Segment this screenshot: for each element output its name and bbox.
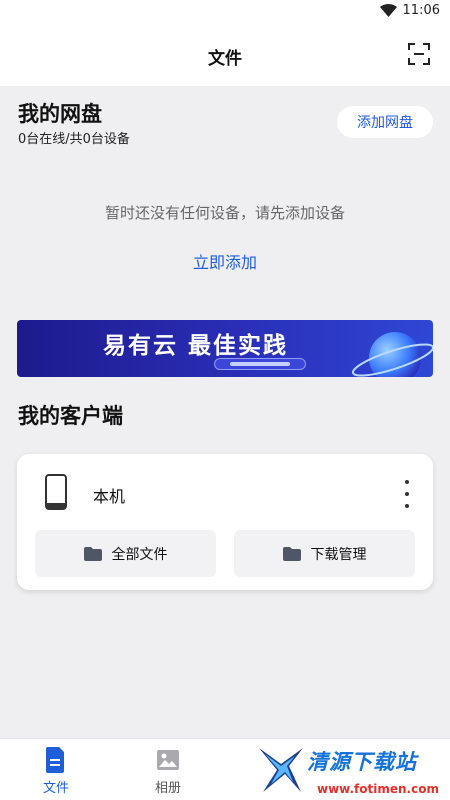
app-header: 文件 [0,24,450,86]
status-time: 11:06 [402,3,440,18]
folder-icon [282,546,301,561]
main-content: 我的网盘 0台在线/共0台设备 添加网盘 暂时还没有任何设备，请先添加设备 立即… [0,86,450,738]
tab-files[interactable]: 文件 [21,739,91,800]
folder-icon [83,546,102,561]
status-bar: 11:06 [0,0,450,24]
site-watermark: 清源下载站 www.fotimen.com [255,742,439,798]
device-count: 0台在线/共0台设备 [18,132,130,147]
tab-files-label: 文件 [42,781,69,796]
watermark-text: 清源下载站 [307,750,417,774]
tab-album[interactable]: 相册 [133,739,203,800]
page-title: 文件 [208,49,242,69]
empty-message: 暂时还没有任何设备，请先添加设备 [104,204,345,222]
planet-icon [351,332,433,377]
all-files-button[interactable]: 全部文件 [35,530,216,577]
more-options-icon[interactable] [395,480,419,508]
client-card: 本机 全部文件 下载管理 [17,454,433,590]
wifi-icon [379,4,397,17]
download-manager-label: 下载管理 [310,546,367,563]
add-disk-button[interactable]: 添加网盘 [337,106,433,138]
all-files-label: 全部文件 [111,546,168,563]
file-icon [46,747,64,773]
my-disk-title: 我的网盘 [18,102,102,126]
add-now-link[interactable]: 立即添加 [0,249,450,273]
tab-album-label: 相册 [154,781,181,796]
my-clients-title: 我的客户端 [18,404,123,428]
download-manager-button[interactable]: 下载管理 [234,530,415,577]
device-name: 本机 [93,487,126,506]
watermark-url: www.fotimen.com [317,782,439,796]
banner-pill [214,358,306,370]
banner-text: 易有云 最佳实践 [103,333,289,359]
promo-banner[interactable]: 易有云 最佳实践 [17,320,433,377]
image-icon [157,750,179,770]
scan-icon[interactable] [408,43,430,65]
watermark-logo [259,748,303,792]
status-indicators: 11:06 [379,3,440,18]
phone-icon [45,474,67,510]
